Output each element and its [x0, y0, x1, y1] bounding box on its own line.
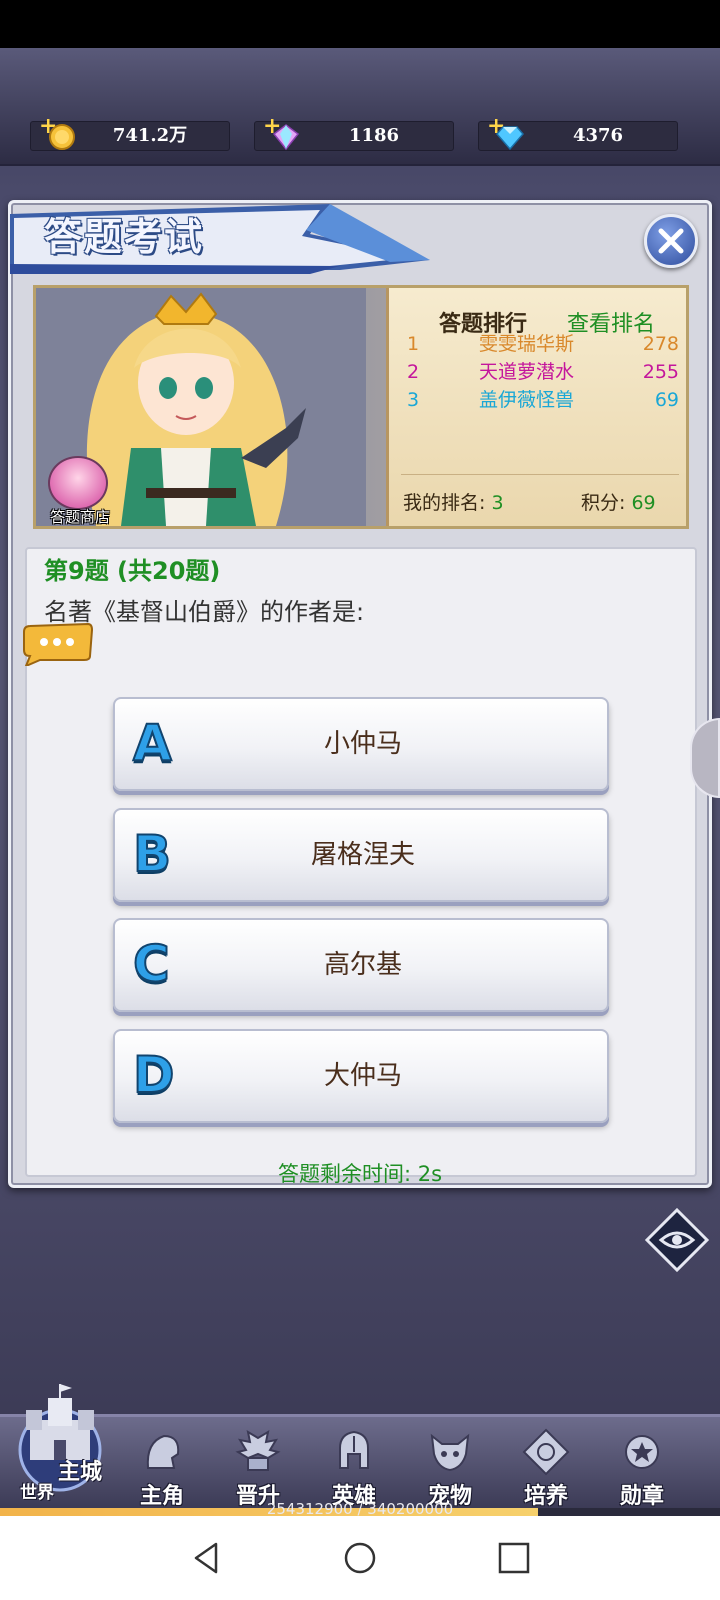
rank-player-name: 天道萝潜水	[479, 361, 575, 383]
nav-promote[interactable]: 晋升	[210, 1428, 306, 1509]
question-number: 第9题 (共20题)	[44, 557, 221, 585]
back-icon[interactable]	[188, 1540, 224, 1576]
timer-text: 答题剩余时间: 2s	[277, 1162, 443, 1186]
hero-head-icon	[146, 1434, 180, 1469]
nav-medals[interactable]: 勋章	[594, 1428, 690, 1509]
rank-score: 278	[642, 333, 679, 355]
rank-score: 255	[642, 361, 679, 383]
rank-number: 3	[407, 389, 420, 411]
my-score-value: 69	[631, 492, 656, 514]
option-text: 小仲马	[323, 729, 402, 759]
shop-icon	[48, 456, 108, 510]
nav-train[interactable]: 培养	[498, 1428, 594, 1509]
option-text: 屠格涅夫	[310, 840, 415, 870]
my-rank: 我的排名: 3	[403, 488, 504, 515]
helmet-icon	[339, 1430, 369, 1469]
rank-row-1: 1 雯雯瑞华斯 278	[407, 330, 679, 358]
diamond-counter[interactable]: + 4376	[478, 115, 678, 151]
nav-heroes[interactable]: 英雄	[306, 1428, 402, 1509]
chat-bubble-icon[interactable]	[20, 622, 94, 666]
shop-label: 答题商店	[49, 508, 110, 526]
my-score-label: 积分:	[581, 492, 626, 514]
rank-player-name: 雯雯瑞华斯	[479, 333, 575, 355]
close-icon	[658, 228, 684, 254]
gold-counter[interactable]: + 741.2万	[30, 115, 230, 151]
book-wings-icon	[235, 1429, 281, 1471]
rank-number: 2	[407, 361, 420, 383]
crystal-counter[interactable]: + 1186	[254, 115, 454, 151]
leaderboard-banner: 答题商店 答题排行 查看排名 1 雯雯瑞华斯 278 2 天道萝潜水 255 3…	[33, 285, 689, 529]
option-text: 高尔基	[323, 950, 402, 980]
main-city-label: 主城	[58, 1459, 103, 1485]
rank-score: 69	[654, 389, 679, 411]
my-rank-label: 我的排名:	[403, 492, 486, 514]
rank-number: 1	[407, 333, 420, 355]
medal-icon	[625, 1435, 659, 1469]
my-score: 积分: 69	[581, 488, 656, 515]
status-bar	[0, 0, 720, 48]
home-icon[interactable]	[342, 1540, 378, 1576]
option-b-button[interactable]: B 屠格涅夫	[113, 808, 609, 902]
scroll-divider	[401, 474, 679, 475]
eye-diamond-icon[interactable]	[645, 1208, 709, 1272]
leaderboard-scroll: 答题排行 查看排名 1 雯雯瑞华斯 278 2 天道萝潜水 255 3 盖伊薇怪…	[386, 288, 686, 526]
rank-row-3: 3 盖伊薇怪兽 69	[407, 386, 679, 414]
rank-player-name: 盖伊薇怪兽	[479, 389, 575, 411]
emblem-icon	[522, 1428, 570, 1476]
dialog-title: 答题考试	[44, 214, 205, 259]
option-d-button[interactable]: D 大仲马	[113, 1029, 609, 1123]
crystal-icon	[272, 124, 300, 151]
nav-hero[interactable]: 主角	[114, 1428, 210, 1509]
recents-icon[interactable]	[496, 1540, 532, 1576]
beast-icon	[430, 1433, 470, 1472]
option-c-button[interactable]: C 高尔基	[113, 918, 609, 1012]
nav-pets[interactable]: 宠物	[402, 1428, 498, 1509]
my-rank-value: 3	[491, 492, 504, 514]
option-a-button[interactable]: A 小仲马	[113, 697, 609, 791]
gold-coin-icon	[49, 124, 75, 150]
diamond-icon	[496, 126, 524, 151]
quiz-shop-button[interactable]: 答题商店	[40, 454, 120, 526]
rank-row-2: 2 天道萝潜水 255	[407, 358, 679, 386]
close-button[interactable]	[644, 214, 698, 268]
option-text: 大仲马	[323, 1061, 402, 1091]
